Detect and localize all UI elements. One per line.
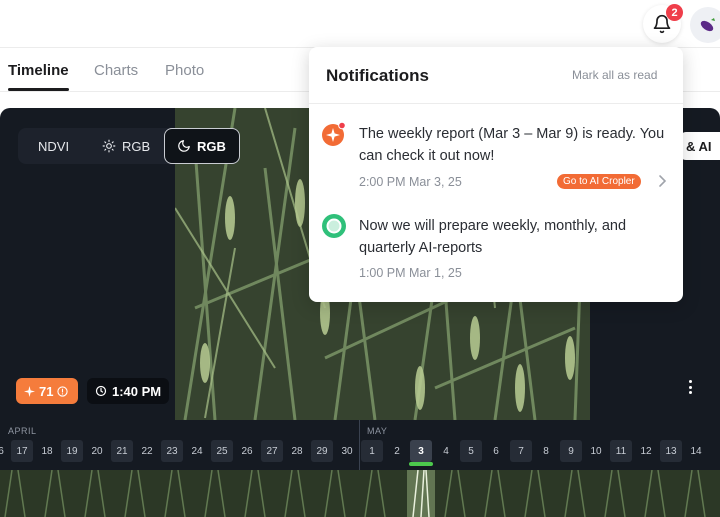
eggplant-icon [700,18,715,32]
day-april-20[interactable]: 20 [86,440,108,462]
mode-rgb-day-button[interactable]: RGB [102,128,150,164]
moon-icon [178,140,190,152]
day-april-26[interactable]: 26 [236,440,258,462]
day-may-7[interactable]: 7 [510,440,532,462]
health-score-badge[interactable]: 71 [16,378,78,404]
mode-rgb-night-label: RGB [197,138,226,154]
sparkle-badge-icon [322,121,346,146]
day-selector: 6 17 18 19 20 21 22 23 24 25 26 27 28 29… [0,440,720,462]
clock-icon [95,385,107,397]
notification-ai-reports-text: Now we will prepare weekly, monthly, and… [359,218,627,256]
notifications-title: Notifications [326,66,429,85]
user-avatar[interactable] [690,7,720,43]
day-may-13[interactable]: 13 [660,440,682,462]
notification-ai-reports-time: 1:00 PM Mar 1, 25 [359,266,462,280]
notifications-panel: Notifications Mark all as read The weekl… [309,47,683,302]
day-may-2[interactable]: 2 [386,440,408,462]
day-may-14[interactable]: 14 [685,440,707,462]
day-april-22[interactable]: 22 [136,440,158,462]
day-may-12[interactable]: 12 [635,440,657,462]
chevron-right-icon[interactable] [657,174,667,188]
top-bar [0,0,720,48]
day-april-23[interactable]: 23 [161,440,183,462]
capture-time-chip: 1:40 PM [87,378,169,404]
day-may-10[interactable]: 10 [585,440,607,462]
day-april-21[interactable]: 21 [111,440,133,462]
notification-count-badge: 2 [666,4,683,21]
ai-panel-tab-label: & AI [686,138,712,154]
day-april-24[interactable]: 24 [186,440,208,462]
day-april-29[interactable]: 29 [311,440,333,462]
day-may-5[interactable]: 5 [460,440,482,462]
day-may-4[interactable]: 4 [435,440,457,462]
sun-icon [102,139,116,153]
day-april-28[interactable]: 28 [286,440,308,462]
mode-ndvi-button[interactable]: NDVI [38,128,69,164]
thumbnail-strip[interactable] [0,470,720,517]
notifications-divider [309,103,683,104]
day-april-18[interactable]: 18 [36,440,58,462]
tab-photo[interactable]: Photo [165,62,204,79]
day-april-27[interactable]: 27 [261,440,283,462]
mode-rgb-day-label: RGB [122,138,151,154]
active-tab-indicator [8,88,69,91]
day-may-1[interactable]: 1 [361,440,383,462]
tab-charts[interactable]: Charts [94,62,138,79]
mark-all-read-button[interactable]: Mark all as read [572,68,657,82]
mode-ndvi-label: NDVI [38,138,70,154]
day-may-6[interactable]: 6 [485,440,507,462]
day-may-11[interactable]: 11 [610,440,632,462]
day-may-9[interactable]: 9 [560,440,582,462]
image-mode-switcher: NDVI RGB RGB [18,128,240,164]
day-april-30[interactable]: 30 [336,440,358,462]
sparkle-icon [24,385,35,397]
mode-rgb-night-button[interactable]: RGB [164,128,240,164]
capture-time-value: 1:40 PM [112,383,162,399]
info-alert-icon [57,385,69,397]
day-may-3-selected[interactable]: 3 [410,440,432,462]
day-april-25[interactable]: 25 [211,440,233,462]
go-to-ai-cropler-button[interactable]: Go to AI Cropler [557,174,641,189]
notification-weekly-report-text: The weekly report (Mar 3 – Mar 9) is rea… [359,126,665,164]
more-options-icon[interactable] [683,378,697,396]
green-badge-icon [322,214,346,238]
day-april-19[interactable]: 19 [61,440,83,462]
day-april-17[interactable]: 17 [11,440,33,462]
notification-weekly-report-time: 2:00 PM Mar 3, 25 [359,175,462,189]
day-may-8[interactable]: 8 [535,440,557,462]
tab-timeline[interactable]: Timeline [8,62,69,79]
ai-panel-tab[interactable]: & AI [680,132,720,160]
month-label-april: APRIL [8,426,37,436]
month-label-may: MAY [367,426,388,436]
selected-day-indicator [409,462,433,466]
health-score-value: 71 [39,383,54,399]
